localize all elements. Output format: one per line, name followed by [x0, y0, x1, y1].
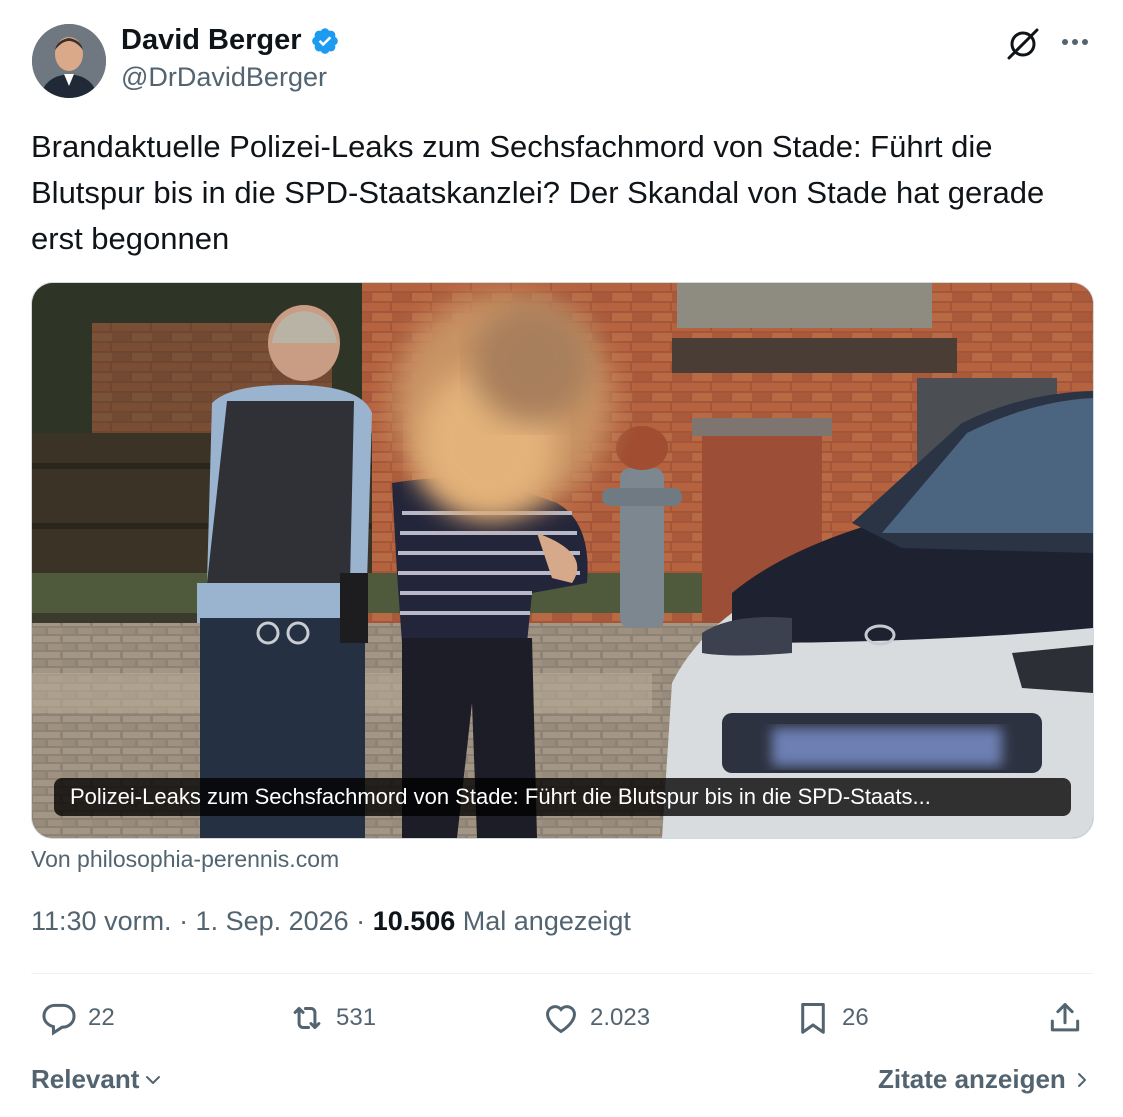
author-name-text: David Berger — [121, 24, 302, 56]
bookmark-icon — [801, 1003, 825, 1034]
avatar[interactable] — [32, 24, 106, 98]
timestamp[interactable]: 11:30 vorm. · 1. Sep. 2026 · — [31, 906, 373, 936]
like-count: 2.023 — [590, 1004, 651, 1031]
author-handle[interactable]: @DrDavidBerger — [121, 62, 327, 93]
share-button[interactable] — [1046, 999, 1084, 1037]
verified-badge-icon[interactable] — [310, 26, 340, 56]
reply-button[interactable]: 22 — [40, 999, 115, 1037]
divider — [31, 973, 1093, 974]
reply-icon — [42, 1003, 76, 1036]
views-label: Mal angezeigt — [455, 906, 631, 936]
chevron-down-icon — [146, 1075, 161, 1084]
view-quotes-link[interactable]: Zitate anzeigen — [878, 1064, 1090, 1095]
heart-icon — [546, 1005, 576, 1034]
bookmark-count: 26 — [842, 1004, 869, 1031]
media-source-link[interactable]: Von philosophia-perennis.com — [31, 846, 339, 873]
tweet-text: Brandaktuelle Polizei-Leaks zum Sechsfac… — [31, 129, 1045, 256]
grok-icon[interactable] — [1005, 26, 1041, 62]
news-photo — [32, 283, 1093, 838]
author-name[interactable]: David Berger — [121, 24, 340, 57]
chevron-right-icon — [1077, 1072, 1086, 1087]
repost-count: 531 — [336, 1004, 377, 1031]
repost-button[interactable]: 531 — [288, 999, 376, 1037]
sort-label: Relevant — [31, 1064, 140, 1094]
bookmark-button[interactable]: 26 — [794, 999, 869, 1037]
like-button[interactable]: 2.023 — [542, 999, 650, 1037]
reply-sort-dropdown[interactable]: Relevant — [31, 1064, 163, 1095]
repost-icon — [293, 1006, 321, 1030]
quotes-label: Zitate anzeigen — [878, 1064, 1066, 1094]
views-count: 10.506 — [372, 906, 456, 936]
media-card[interactable]: Polizei-Leaks zum Sechsfachmord von Stad… — [31, 282, 1094, 839]
more-options-icon[interactable] — [1058, 28, 1092, 58]
reply-count: 22 — [88, 1004, 115, 1031]
media-caption: Polizei-Leaks zum Sechsfachmord von Stad… — [54, 778, 1071, 816]
tweet-meta: 11:30 vorm. · 1. Sep. 2026 · 10.506 Mal … — [31, 906, 631, 937]
avatar-image — [32, 24, 106, 98]
share-icon — [1050, 1003, 1080, 1032]
